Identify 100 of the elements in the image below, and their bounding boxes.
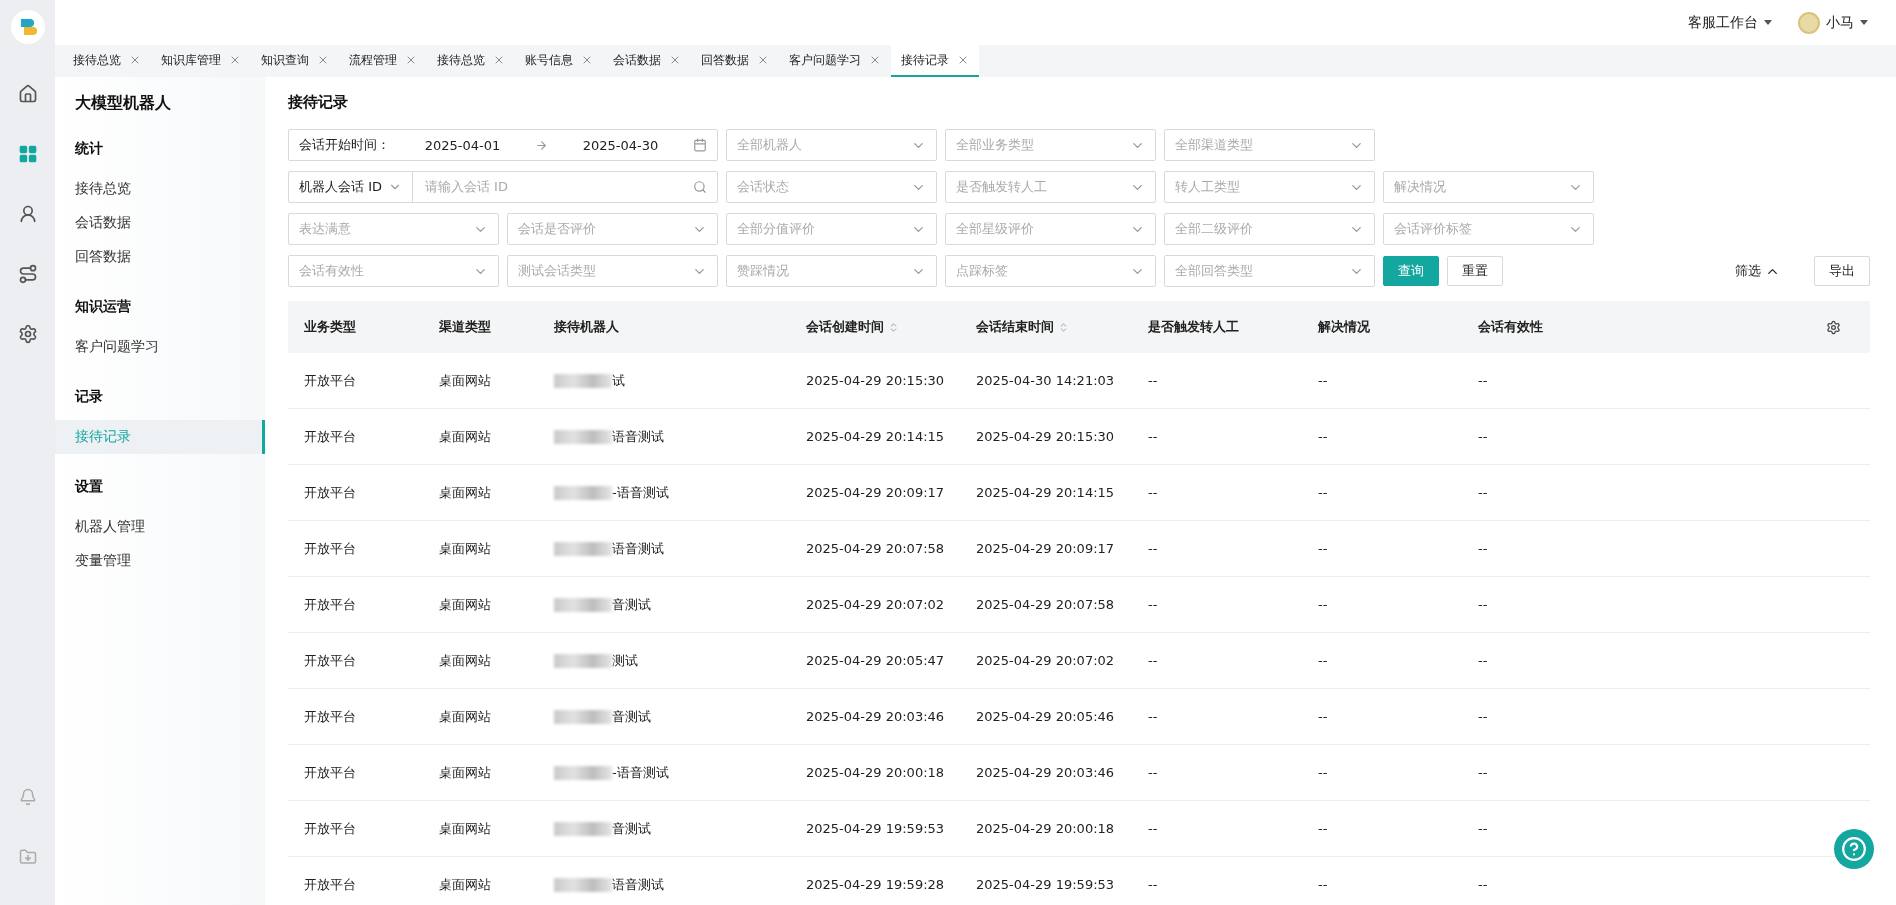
close-icon[interactable] (405, 54, 417, 66)
table-cell: 开放平台 (304, 427, 356, 446)
sidebar-item[interactable]: 回答数据 (55, 240, 265, 274)
table-cell: 桌面网站 (439, 651, 491, 670)
page-tab[interactable]: 回答数据 (691, 45, 779, 77)
filter-toggle[interactable]: 筛选 (1729, 261, 1786, 281)
close-icon[interactable] (757, 54, 769, 66)
sidebar-item[interactable]: 变量管理 (55, 544, 265, 578)
page-tab[interactable]: 客户问题学习 (779, 45, 891, 77)
settings-icon[interactable] (1826, 319, 1841, 335)
sort-icon[interactable] (1058, 321, 1069, 333)
close-icon[interactable] (129, 54, 141, 66)
table-cell: 测试 (612, 651, 638, 670)
caret-icon (1860, 20, 1868, 25)
table-cell: 2025-04-29 20:09:17 (976, 541, 1115, 556)
blurred-text (554, 597, 612, 612)
table-cell: -- (1148, 877, 1158, 892)
blurred-text (554, 485, 612, 500)
table-cell: 2025-04-29 19:59:53 (806, 821, 945, 836)
table-cell: 2025-04-29 20:15:30 (806, 373, 945, 388)
date-range-label: 会话开始时间： (299, 136, 390, 154)
table-cell: 2025-04-29 20:05:47 (806, 653, 945, 668)
page-tab[interactable]: 知识库管理 (151, 45, 251, 77)
column-header: 会话有效性 (1478, 318, 1543, 336)
table-cell: 2025-04-29 20:15:30 (976, 429, 1115, 444)
table-cell: 桌面网站 (439, 819, 491, 838)
table-cell: 音测试 (612, 595, 651, 614)
table-cell: 语音测试 (612, 427, 664, 446)
table-cell: 桌面网站 (439, 539, 491, 558)
table-cell: -- (1318, 373, 1328, 388)
sort-icon[interactable] (888, 321, 899, 333)
table-cell: -- (1318, 429, 1328, 444)
sidebar-item[interactable]: 机器人管理 (55, 510, 265, 544)
page-tab[interactable]: 流程管理 (339, 45, 427, 77)
column-header: 接待机器人 (554, 318, 619, 336)
section-heading: 知识运营 (74, 298, 132, 316)
table-cell: 2025-04-29 19:59:53 (976, 877, 1115, 892)
close-icon[interactable] (869, 54, 881, 66)
table-cell: 开放平台 (304, 483, 356, 502)
table-cell: -- (1318, 877, 1328, 892)
section-heading: 记录 (73, 388, 104, 406)
page-tab[interactable]: 账号信息 (515, 45, 603, 77)
table-cell: -- (1148, 429, 1158, 444)
close-icon[interactable] (229, 54, 241, 66)
table-cell: 桌面网站 (439, 483, 491, 502)
page-tab[interactable]: 接待记录 (891, 45, 979, 77)
table-cell: -- (1148, 541, 1158, 556)
table-cell: 2025-04-29 19:59:28 (806, 877, 945, 892)
table-cell: 2025-04-29 20:09:17 (806, 485, 945, 500)
table-cell: -- (1478, 709, 1488, 724)
blurred-text (554, 429, 612, 444)
table-cell: 开放平台 (304, 595, 356, 614)
user-menu[interactable]: 小马 (1798, 11, 1868, 34)
table-cell: 试 (612, 371, 625, 390)
session-id-search[interactable]: 机器人会话 ID 请输入会话 ID (288, 171, 718, 203)
column-header: 渠道类型 (439, 318, 491, 336)
help-button[interactable] (1834, 829, 1874, 869)
reset-button[interactable]: 重置 (1447, 256, 1503, 286)
page-tab[interactable]: 接待总览 (63, 45, 151, 77)
export-button[interactable]: 导出 (1814, 256, 1870, 286)
table-cell: -- (1318, 653, 1328, 668)
table-cell: 音测试 (612, 707, 651, 726)
blurred-text (554, 821, 612, 836)
table-cell: 桌面网站 (439, 875, 491, 894)
search-icon (693, 180, 707, 194)
workspace-menu[interactable]: 客服工作台 (1688, 13, 1772, 32)
page-tab[interactable]: 会话数据 (603, 45, 691, 77)
table-cell: -- (1478, 541, 1488, 556)
sidebar-item[interactable]: 会话数据 (55, 206, 265, 240)
page-tab[interactable]: 知识查询 (251, 45, 339, 77)
page-tab[interactable]: 接待总览 (427, 45, 515, 77)
sidebar-item[interactable]: 接待总览 (55, 172, 265, 206)
table-cell: 桌面网站 (439, 371, 491, 390)
table-cell: 桌面网站 (439, 427, 491, 446)
table-cell: -- (1148, 485, 1158, 500)
table-cell: -语音测试 (612, 483, 669, 502)
table-cell: 开放平台 (304, 707, 356, 726)
close-icon[interactable] (669, 54, 681, 66)
table-cell: 2025-04-29 20:05:46 (976, 709, 1115, 724)
column-header: 业务类型 (304, 318, 356, 336)
section-heading: 设置 (73, 478, 104, 496)
close-icon[interactable] (581, 54, 593, 66)
table-cell: -- (1148, 373, 1158, 388)
table-cell: 桌面网站 (439, 763, 491, 782)
table-cell: 开放平台 (304, 651, 356, 670)
sidebar-item[interactable]: 客户问题学习 (55, 330, 265, 364)
table-cell: 2025-04-30 14:21:03 (976, 373, 1115, 388)
table-cell: 2025-04-29 20:14:15 (976, 485, 1115, 500)
column-header: 会话创建时间 (806, 318, 884, 336)
close-icon[interactable] (317, 54, 329, 66)
close-icon[interactable] (957, 54, 969, 66)
table-cell: 开放平台 (304, 819, 356, 838)
table-cell: 2025-04-29 20:03:46 (976, 765, 1115, 780)
table-cell: -- (1478, 597, 1488, 612)
table-cell: 桌面网站 (439, 707, 491, 726)
date-range-field[interactable]: 会话开始时间： 2025-04-01 2025-04-30 (288, 129, 718, 161)
caret-icon (1764, 20, 1772, 25)
blurred-text (554, 709, 612, 724)
close-icon[interactable] (493, 54, 505, 66)
table-cell: -- (1478, 877, 1488, 892)
